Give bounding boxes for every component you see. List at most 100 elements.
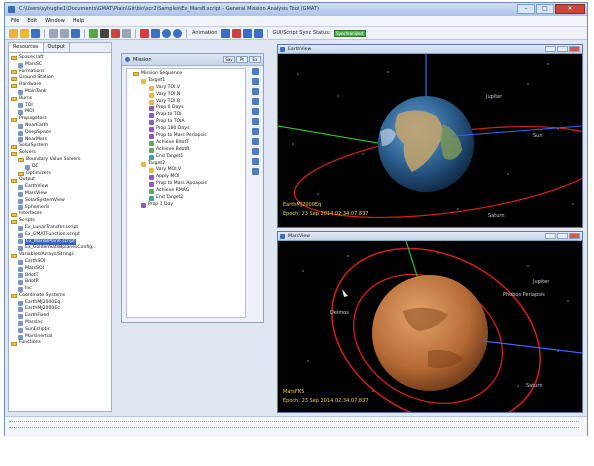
mission-command[interactable]: Mission Sequence (133, 71, 245, 78)
web-icon[interactable] (173, 28, 182, 38)
close-button[interactable] (569, 46, 580, 52)
tree-folder[interactable]: Burns (11, 96, 111, 103)
mission-command[interactable]: Prop 180 Days (133, 126, 245, 133)
tab-output[interactable]: Output (44, 43, 70, 52)
vary-icon[interactable] (251, 108, 259, 115)
target-icon[interactable] (251, 98, 259, 105)
tree-item[interactable]: MarsSOI (11, 266, 111, 273)
mission-command[interactable]: Prop to Mars Periapsis (133, 133, 245, 140)
tree-folder[interactable]: Solvers (11, 150, 111, 157)
save-icon[interactable] (31, 28, 40, 38)
menu-help[interactable]: Help (73, 18, 84, 24)
tree-item[interactable]: SolarSystemView (11, 198, 111, 205)
tree-folder[interactable]: Coordinate Systems (11, 293, 111, 300)
tree-item[interactable]: Ex_GMATFunction.script (11, 232, 111, 239)
optimize-icon[interactable] (251, 128, 259, 135)
maximize-button[interactable] (557, 46, 568, 52)
animation-faster-icon[interactable] (242, 28, 252, 38)
tree-item[interactable]: SunEcliptic (11, 327, 111, 334)
run-mission-icon[interactable] (251, 168, 259, 175)
tree-item[interactable]: Inc (11, 286, 111, 293)
mission-command[interactable]: Target1 (133, 78, 245, 85)
propagate-icon[interactable] (251, 78, 259, 85)
animation-play-icon[interactable] (220, 28, 230, 38)
animation-stop-icon[interactable] (231, 28, 241, 38)
tree-folder[interactable]: Spacecraft (11, 55, 111, 62)
tree-folder[interactable]: Variables/Arrays/Strings (11, 252, 111, 259)
tree-item[interactable]: MarsSC (11, 62, 111, 69)
paste-icon[interactable] (60, 28, 69, 38)
tree-item[interactable]: EarthView (11, 184, 111, 191)
mission-button-2[interactable]: Pt (236, 56, 248, 63)
mission-command[interactable]: Prop 0 Days (133, 105, 245, 112)
mission-command[interactable]: Prop to TOIA (133, 119, 245, 126)
mission-command[interactable]: Vary MOI.V (133, 167, 245, 174)
tree-item[interactable]: MarsView (11, 191, 111, 198)
mission-command[interactable]: Vary TOI.N (133, 92, 245, 99)
open-folder-icon[interactable] (20, 28, 29, 38)
window-controls: – □ ✕ (517, 4, 585, 14)
close-button[interactable] (569, 233, 580, 239)
mission-command[interactable]: Achieve RMAG (133, 188, 245, 195)
mission-command[interactable]: Prop to TOI (133, 112, 245, 119)
menu-edit[interactable]: Edit (27, 18, 37, 24)
mission-button-1[interactable]: Sav (223, 56, 235, 63)
mission-command[interactable]: End Target1 (133, 154, 245, 161)
screenshot-icon[interactable] (122, 28, 131, 38)
close-button[interactable]: ✕ (555, 4, 585, 14)
achieve-icon[interactable] (251, 118, 259, 125)
tree-item[interactable]: DC (11, 164, 111, 171)
new-script-icon[interactable] (9, 28, 18, 38)
mission-command[interactable]: Prop 1 Day (133, 202, 245, 209)
toggle-icon[interactable] (251, 148, 259, 155)
stop-icon[interactable] (111, 28, 120, 38)
tile-icon[interactable] (151, 28, 160, 38)
tree-folder[interactable]: Scripts (11, 218, 111, 225)
mission-command[interactable]: Prop to Mars Apoapsis (133, 181, 245, 188)
tab-resources[interactable]: Resources (9, 43, 44, 52)
tree-folder[interactable]: Boundary Value Solvers (11, 157, 111, 164)
callgmat-icon[interactable] (251, 158, 259, 165)
tree-item[interactable]: Ex_LunarTransfer.script (11, 225, 111, 232)
tree-folder[interactable]: Propagators (11, 116, 111, 123)
tree-folder[interactable]: Functions (11, 340, 111, 347)
mission-command[interactable]: Achieve BdotR (133, 147, 245, 154)
tree-item[interactable]: MarsInc (11, 320, 111, 327)
close-all-icon[interactable] (140, 28, 149, 38)
maximize-button[interactable]: □ (536, 4, 554, 14)
report-icon[interactable] (251, 138, 259, 145)
tree-item[interactable]: NearEarth (11, 123, 111, 130)
run-icon[interactable] (89, 28, 98, 38)
earth-3d-scene[interactable]: Jupiter Sun Saturn (278, 54, 582, 227)
help-icon[interactable] (71, 28, 80, 38)
mission-command[interactable]: End Target2 (133, 195, 245, 202)
mission-command[interactable]: Achieve BdotT (133, 140, 245, 147)
tree-item[interactable]: MainTank (11, 89, 111, 96)
minimize-button[interactable]: – (517, 4, 535, 14)
menu-window[interactable]: Window (45, 18, 65, 24)
add-command-icon[interactable] (251, 68, 259, 75)
command-icon (149, 85, 154, 91)
copy-icon[interactable] (49, 28, 58, 38)
mission-command[interactable]: Vary TOI.V (133, 85, 245, 92)
maximize-button[interactable] (557, 233, 568, 239)
folder-icon (11, 178, 17, 183)
tree-folder[interactable]: Hardware (11, 82, 111, 89)
pause-icon[interactable] (100, 28, 109, 38)
info-icon[interactable] (162, 28, 171, 38)
minimize-button[interactable] (545, 233, 556, 239)
mission-command[interactable]: Vary TOI.B (133, 99, 245, 106)
mission-command[interactable]: Target2 (133, 161, 245, 168)
tree-item[interactable]: EarthSOI (11, 259, 111, 266)
menu-file[interactable]: File (11, 18, 19, 24)
command-icon (149, 195, 154, 201)
mars-3d-scene[interactable]: Jupiter Phobos Periapsis Deimos Saturn (278, 241, 582, 412)
maneuver-icon[interactable] (251, 88, 259, 95)
resource-icon (18, 280, 23, 286)
earth-view-epoch: Epoch: 23 Sep 2014 02:34:07.837 (283, 211, 369, 217)
mission-button-3[interactable]: Ex (249, 56, 261, 63)
tree-item[interactable]: DeepSpace (11, 130, 111, 137)
tree-label: Burns (19, 95, 33, 101)
minimize-button[interactable] (545, 46, 556, 52)
animation-slower-icon[interactable] (253, 28, 263, 38)
